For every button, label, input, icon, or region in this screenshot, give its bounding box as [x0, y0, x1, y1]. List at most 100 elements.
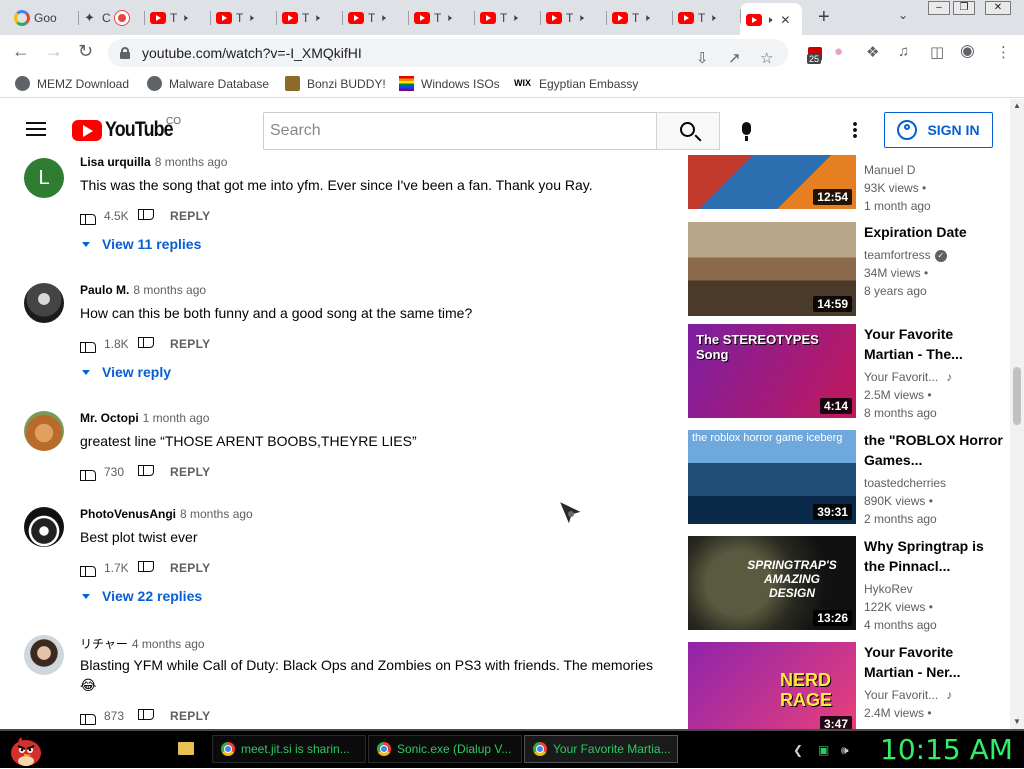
back-button[interactable]: ← — [12, 41, 30, 62]
media-control-icon[interactable]: ♫ — [898, 43, 909, 60]
video-channel[interactable]: HykoRev — [864, 580, 1004, 598]
close-tab-icon[interactable]: ✕ — [780, 13, 790, 27]
tab-youtube[interactable]: T 🕨 — [342, 5, 408, 31]
video-thumbnail[interactable]: 14:59 — [688, 222, 856, 316]
dislike-icon[interactable] — [138, 560, 154, 576]
reply-button[interactable]: REPLY — [170, 337, 210, 351]
view-replies-button[interactable]: View 11 replies — [80, 236, 201, 252]
page-scrollbar[interactable]: ▲ ▼ — [1010, 99, 1024, 729]
maximize-button[interactable]: ❐ — [953, 1, 975, 15]
comment-time[interactable]: 8 months ago — [155, 155, 228, 169]
avatar[interactable] — [24, 507, 64, 547]
like-icon[interactable] — [80, 208, 96, 225]
like-icon[interactable] — [80, 560, 96, 577]
tab-youtube[interactable]: T 🕨 — [606, 5, 672, 31]
search-input[interactable]: Search — [263, 112, 657, 150]
comment-time[interactable]: 8 months ago — [180, 507, 253, 521]
like-icon[interactable] — [80, 336, 96, 353]
taskbar-item[interactable]: Sonic.exe (Dialup V... — [368, 735, 522, 763]
recommended-video[interactable]: the roblox horror game iceberg 39:31 the… — [688, 430, 1010, 526]
battery-icon[interactable]: ▣ — [818, 743, 829, 757]
tray-chevron-icon[interactable]: ❮ — [793, 743, 803, 757]
recommended-video[interactable]: NERD RAGE 3:47 Your Favorite Martian - N… — [688, 642, 1010, 729]
more-options-icon[interactable] — [853, 121, 857, 139]
recommended-video[interactable]: 12:54 Manuel D 93K views • 1 month ago — [688, 155, 1010, 213]
tab-google[interactable]: Goo — [8, 5, 70, 31]
tab-youtube[interactable]: T 🕨 — [540, 5, 606, 31]
scroll-thumb[interactable] — [1013, 367, 1021, 425]
hamburger-menu-icon[interactable] — [26, 122, 46, 136]
forward-button[interactable]: → — [45, 41, 63, 62]
tab-youtube[interactable]: T 🕨 — [276, 5, 342, 31]
video-thumbnail[interactable]: The STEREOTYPES Song 4:14 — [688, 324, 856, 418]
video-channel[interactable]: teamfortress ✓ — [864, 246, 1004, 264]
sign-in-button[interactable]: SIGN IN — [884, 112, 993, 148]
video-thumbnail[interactable]: NERD RAGE 3:47 — [688, 642, 856, 729]
side-panel-icon[interactable]: ◫ — [930, 43, 944, 61]
reply-button[interactable]: REPLY — [170, 465, 210, 479]
minimize-button[interactable]: – — [928, 1, 950, 15]
comment-author[interactable]: Mr. Octopi — [80, 411, 139, 425]
profile-icon[interactable]: ◉ — [960, 41, 975, 61]
view-replies-button[interactable]: View reply — [80, 364, 171, 380]
video-channel[interactable]: Your Favorit... ♪ — [864, 368, 1004, 386]
avatar[interactable] — [24, 635, 64, 675]
recommended-video[interactable]: SPRINGTRAP'S AMAZING DESIGN 13:26 Why Sp… — [688, 536, 1010, 632]
recommended-video[interactable]: 14:59 Expiration Date teamfortress ✓ 34M … — [688, 222, 1010, 316]
share-icon[interactable]: ↗ — [728, 45, 741, 73]
tab-youtube[interactable]: T 🕨 — [408, 5, 474, 31]
comment-author[interactable]: PhotoVenusAngi — [80, 507, 176, 521]
new-tab-button[interactable]: + — [818, 6, 830, 29]
comment-author[interactable]: Paulo M. — [80, 283, 129, 297]
tab-feather-chrome[interactable]: ✦ C — [78, 5, 146, 31]
close-window-button[interactable]: ✕ — [985, 1, 1011, 15]
flag-extension-icon[interactable]: ● — [834, 43, 843, 60]
scroll-down-icon[interactable]: ▼ — [1013, 717, 1021, 726]
video-title[interactable]: Why Springtrap is the Pinnacl... — [864, 536, 1004, 576]
reply-button[interactable]: REPLY — [170, 561, 210, 575]
video-channel[interactable]: Manuel D — [864, 161, 1004, 179]
video-title[interactable]: Expiration Date — [864, 222, 1004, 242]
browser-menu-icon[interactable]: ⋮ — [996, 43, 1011, 61]
video-title[interactable]: the "ROBLOX Horror Games... — [864, 430, 1004, 470]
comment-time[interactable]: 8 months ago — [133, 283, 206, 297]
bookmark-windows-isos[interactable]: Windows ISOs — [399, 76, 500, 91]
dislike-icon[interactable] — [138, 464, 154, 480]
like-icon[interactable] — [80, 464, 96, 481]
lock-icon[interactable] — [120, 47, 130, 59]
video-thumbnail[interactable]: 12:54 — [688, 155, 856, 209]
recommended-video[interactable]: The STEREOTYPES Song 4:14 Your Favorite … — [688, 324, 1010, 420]
bookmark-memz[interactable]: MEMZ Download — [15, 76, 129, 91]
tab-youtube[interactable]: T 🕨 — [474, 5, 540, 31]
taskbar-clock[interactable]: 10:15 AM — [880, 733, 1013, 766]
dislike-icon[interactable] — [138, 336, 154, 352]
avatar[interactable] — [24, 283, 64, 323]
dislike-icon[interactable] — [138, 708, 154, 724]
video-title[interactable]: Your Favorite Martian - Ner... — [864, 642, 1004, 682]
search-button[interactable] — [656, 112, 720, 150]
reload-button[interactable]: ↻ — [78, 41, 93, 62]
bookmark-egyptian-embassy[interactable]: WIX Egyptian Embassy — [514, 76, 638, 91]
video-thumbnail[interactable]: the roblox horror game iceberg 39:31 — [688, 430, 856, 524]
tab-youtube[interactable]: T 🕨 — [210, 5, 276, 31]
view-replies-button[interactable]: View 22 replies — [80, 588, 202, 604]
video-title[interactable]: Your Favorite Martian - The... — [864, 324, 1004, 364]
volume-icon[interactable]: 🕪 — [841, 743, 849, 758]
comment-author[interactable]: リチャー — [80, 637, 128, 651]
address-bar[interactable]: youtube.com/watch?v=-I_XMQkifHI ⇩ ↗ ☆ — [108, 39, 788, 67]
bookmark-bonzi-buddy[interactable]: Bonzi BUDDY! — [285, 76, 386, 91]
tab-youtube-active[interactable]: 🕨 ✕ — [740, 3, 802, 35]
folder-icon[interactable] — [178, 742, 194, 755]
bookmark-malware-database[interactable]: Malware Database — [147, 76, 269, 91]
extensions-puzzle-icon[interactable]: ❖ — [866, 43, 879, 61]
comment-time[interactable]: 1 month ago — [143, 411, 210, 425]
reply-button[interactable]: REPLY — [170, 709, 210, 723]
microphone-icon[interactable] — [742, 122, 751, 141]
like-icon[interactable] — [80, 708, 96, 725]
bookmark-star-icon[interactable]: ☆ — [760, 45, 773, 73]
video-channel[interactable]: toastedcherries — [864, 474, 1004, 492]
avatar[interactable] — [24, 411, 64, 451]
video-thumbnail[interactable]: SPRINGTRAP'S AMAZING DESIGN 13:26 — [688, 536, 856, 630]
angry-bird-start-icon[interactable] — [6, 731, 46, 769]
reply-button[interactable]: REPLY — [170, 209, 210, 223]
